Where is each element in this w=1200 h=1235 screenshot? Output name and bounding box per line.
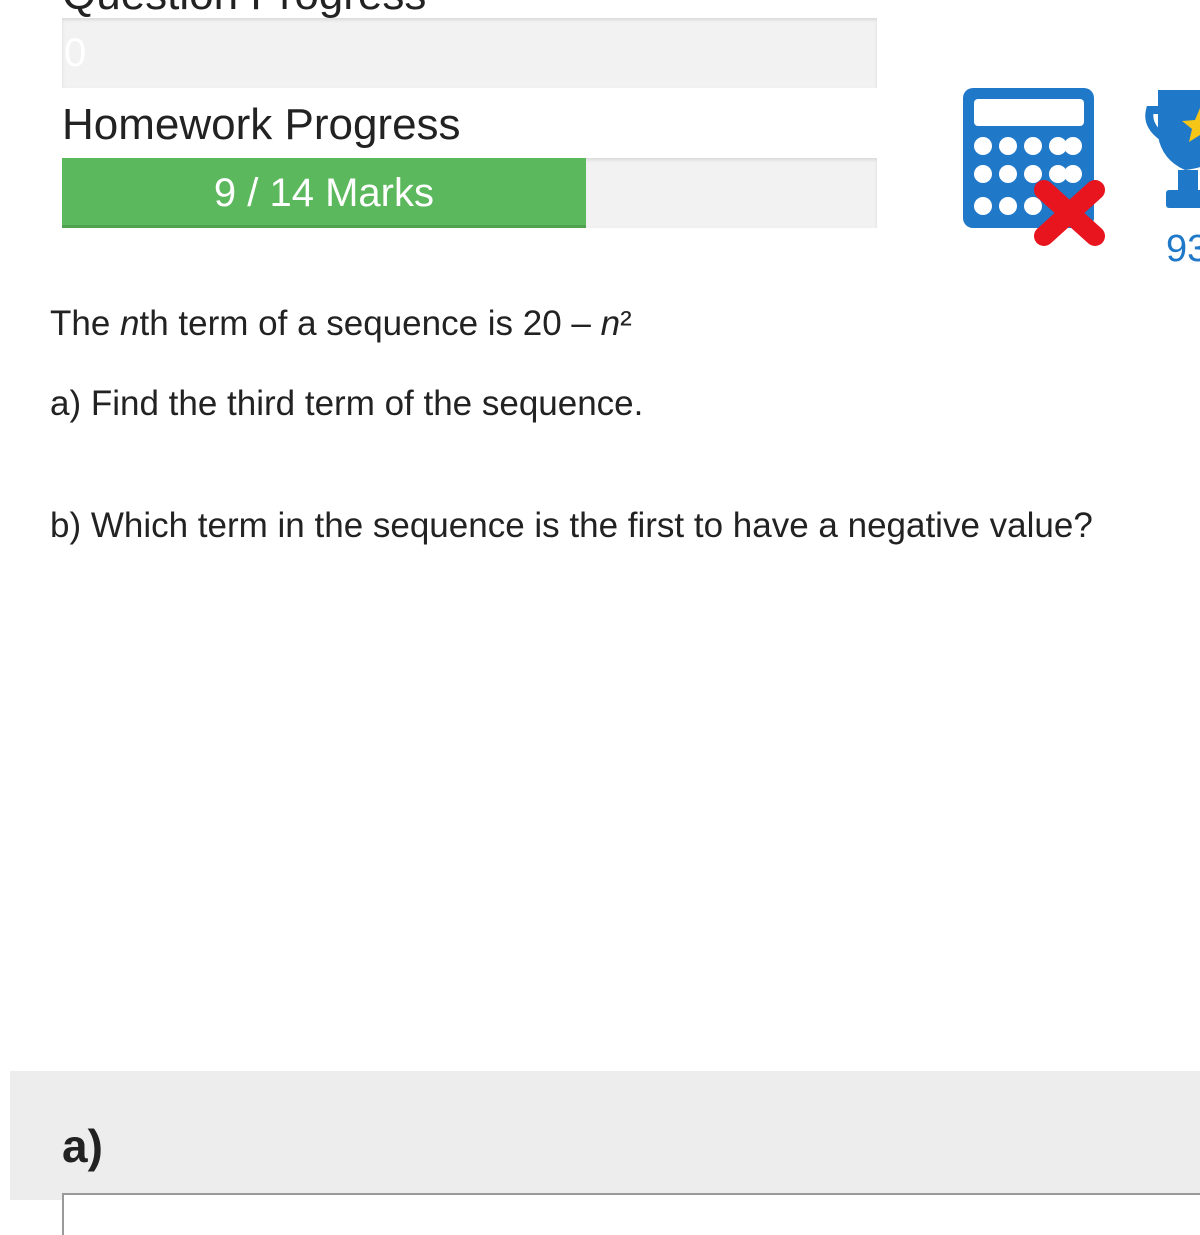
homework-progress-label: 9 / 14 Marks [213,171,434,215]
answer-panel: a) [10,1071,1200,1235]
homework-progress-title: Homework Progress [62,100,461,149]
homework-progress-bar: 9 / 14 Marks [62,158,877,228]
answer-a-input[interactable] [62,1193,1200,1235]
calculator-not-allowed-icon [963,88,1105,246]
question-intro: The nth term of a sequence is 20 – n² [50,304,632,343]
question-progress-bar: 0 [62,18,877,88]
score-value: 93 [1166,228,1200,270]
question-progress-value: 0 [64,31,87,75]
question-progress-title: Question Progress [62,0,426,20]
trophy-icon [1145,90,1200,208]
question-part-a: a) Find the third term of the sequence. [50,384,644,423]
answer-part-a-label: a) [62,1120,103,1172]
question-part-b: b) Which term in the sequence is the fir… [50,506,1093,545]
